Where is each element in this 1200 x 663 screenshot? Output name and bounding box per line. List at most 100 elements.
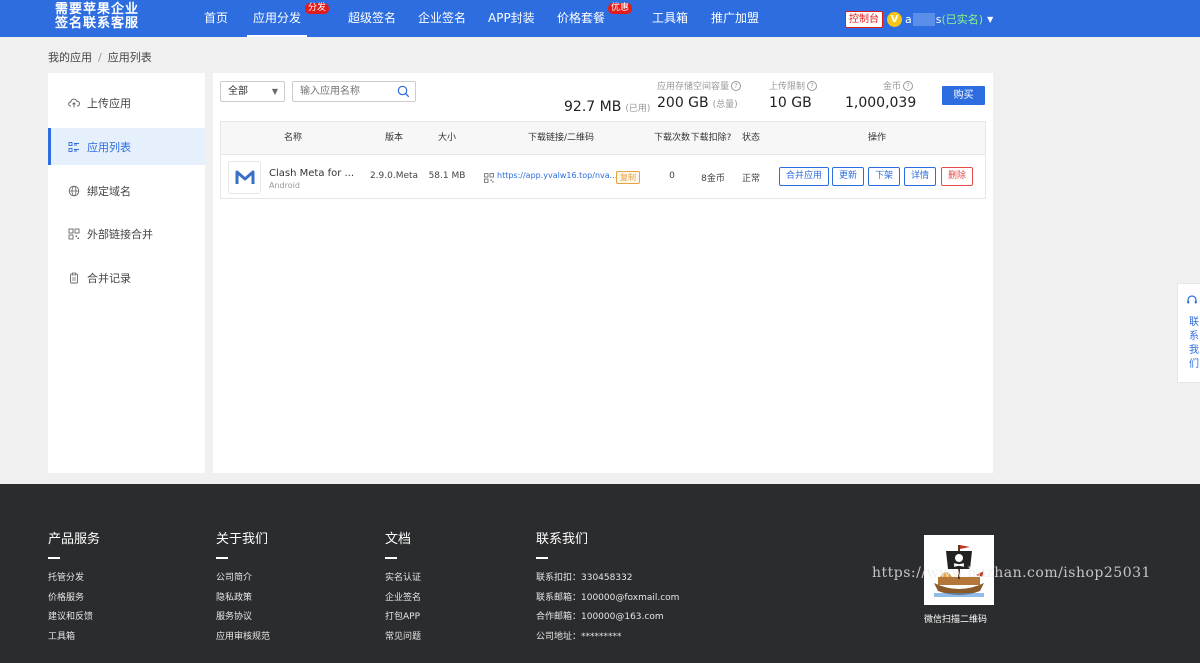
- download-count: 0: [669, 171, 675, 181]
- verified-status: (已实名): [941, 13, 984, 26]
- help-icon[interactable]: ?: [903, 80, 914, 91]
- footer-column-title: 产品服务: [48, 532, 101, 547]
- qr-caption: 微信扫描二维码: [924, 615, 988, 625]
- cloud-upload-icon: [68, 97, 80, 109]
- unpublish-button[interactable]: 下架: [868, 167, 901, 186]
- nav-home[interactable]: 首页: [204, 0, 228, 37]
- user-menu[interactable]: V a s (已实名) ▼: [887, 10, 993, 28]
- footer-link[interactable]: 价格服务: [48, 589, 100, 609]
- storage-capacity-suffix: (总量): [712, 100, 738, 110]
- qrcode-icon[interactable]: [484, 172, 494, 186]
- logo-line-2: 签名联系客服: [55, 16, 140, 31]
- coins-label: 金币: [883, 82, 902, 92]
- username-start: a: [905, 12, 912, 26]
- app-search-box: [292, 81, 416, 102]
- nav-affiliate-label: 推广加盟: [711, 11, 760, 25]
- list-icon: [68, 141, 80, 153]
- clipboard-icon: [68, 272, 80, 284]
- help-icon[interactable]: ?: [807, 80, 818, 91]
- sidebar-item-external-link-merge[interactable]: 外部链接合并: [48, 215, 205, 252]
- footer-divider: [536, 557, 548, 559]
- footer-column-products: 产品服务 托管分发 价格服务 建议和反馈 工具箱: [48, 528, 100, 647]
- footer-link[interactable]: 隐私政策: [216, 589, 270, 609]
- nav-pricing-badge: 优惠: [608, 3, 633, 14]
- filter-selected-value: 全部: [228, 86, 248, 97]
- side-menu: 上传应用 应用列表 绑定域名 外部链接合并 合并记录: [48, 73, 205, 473]
- footer-column-docs: 文档 实名认证 企业签名 打包APP 常见问题: [385, 528, 421, 647]
- breadcrumb-root[interactable]: 我的应用: [48, 51, 92, 64]
- delete-button[interactable]: 删除: [941, 167, 974, 186]
- nav-pricing-label: 价格套餐: [557, 11, 606, 25]
- chevron-down-icon: ▼: [987, 14, 994, 24]
- console-button[interactable]: 控制台: [845, 11, 883, 28]
- table-header: 名称 版本 大小 下载链接/二维码 下载次数 下载扣除? 状态 操作: [221, 122, 985, 155]
- upload-limit-label: 上传限制: [769, 82, 806, 92]
- site-logo[interactable]: 需要苹果企业 签名联系客服: [55, 3, 175, 31]
- sidebar-item-bind-domain[interactable]: 绑定域名: [48, 172, 205, 209]
- site-footer: 产品服务 托管分发 价格服务 建议和反馈 工具箱 关于我们 公司简介 隐私政策 …: [0, 484, 1200, 663]
- search-icon[interactable]: [397, 85, 410, 101]
- footer-column-title: 联系我们: [536, 532, 589, 547]
- used-storage-value: 92.7 MB: [564, 99, 622, 115]
- nav-super-signature-label: 超级签名: [348, 11, 397, 25]
- upload-limit-value: 10 GB: [769, 95, 812, 111]
- copy-link-button[interactable]: 复制: [616, 171, 640, 184]
- footer-link[interactable]: 公司简介: [216, 569, 270, 589]
- storage-capacity-value: 200 GB: [657, 95, 709, 111]
- column-header-name: 名称: [283, 133, 303, 143]
- footer-link[interactable]: 工具箱: [48, 628, 100, 648]
- column-header-download-count: 下载次数: [653, 133, 691, 143]
- download-deduct: 8金币: [701, 174, 725, 184]
- app-platform: Android: [269, 181, 300, 190]
- footer-contact-qq: 联系扣扣：330458332: [536, 573, 633, 583]
- used-storage-suffix: (已用): [625, 104, 651, 114]
- app-table: 名称 版本 大小 下载链接/二维码 下载次数 下载扣除? 状态 操作 Clash…: [220, 121, 986, 199]
- app-list-panel: 全部 ▼ 92.7 MB(已用) 应用存储空间容量? 200 GB(总量) 上传…: [213, 73, 993, 473]
- footer-link[interactable]: 常见问题: [385, 628, 421, 648]
- footer-divider: [385, 557, 397, 559]
- sidebar-item-app-list[interactable]: 应用列表: [48, 128, 205, 165]
- nav-toolbox-label: 工具箱: [652, 11, 689, 25]
- sidebar-item-merge-records[interactable]: 合并记录: [48, 259, 205, 296]
- search-input[interactable]: [293, 82, 393, 101]
- nav-enterprise-signature[interactable]: 企业签名: [418, 0, 466, 37]
- sidebar-item-upload-app[interactable]: 上传应用: [48, 84, 205, 121]
- nav-app-wrap-label: APP封装: [488, 11, 535, 25]
- app-version: 2.9.0.Meta: [369, 171, 419, 181]
- nav-enterprise-signature-label: 企业签名: [418, 11, 467, 25]
- details-button[interactable]: 详情: [904, 167, 937, 186]
- platform-filter-select[interactable]: 全部 ▼: [220, 81, 285, 102]
- table-row: Clash Meta for ... Android 2.9.0.Meta 58…: [221, 155, 985, 199]
- footer-link[interactable]: 实名认证: [385, 569, 421, 589]
- footer-link[interactable]: 建议和反馈: [48, 608, 100, 628]
- contact-us-label: 联系我们: [1189, 317, 1199, 370]
- nav-super-signature[interactable]: 超级签名: [348, 0, 396, 37]
- footer-contact-email: 联系邮箱：100000@foxmail.com: [536, 592, 680, 603]
- nav-affiliate[interactable]: 推广加盟: [711, 0, 759, 37]
- buy-button[interactable]: 购买: [942, 86, 985, 105]
- footer-column-about: 关于我们 公司简介 隐私政策 服务协议 应用审核规范: [216, 528, 270, 647]
- footer-link[interactable]: 打包APP: [385, 608, 421, 628]
- update-button[interactable]: 更新: [832, 167, 865, 186]
- nav-toolbox[interactable]: 工具箱: [652, 0, 688, 37]
- merge-app-button[interactable]: 合并应用: [779, 167, 830, 186]
- floating-contact-tab[interactable]: 联系我们: [1177, 283, 1200, 383]
- nav-app-distribution[interactable]: 应用分发: [247, 0, 308, 37]
- sidebar-item-label: 绑定域名: [87, 184, 131, 198]
- app-size: 58.1 MB: [428, 171, 466, 181]
- footer-link[interactable]: 应用审核规范: [216, 628, 270, 648]
- nav-pricing[interactable]: 价格套餐: [557, 0, 605, 37]
- footer-link[interactable]: 企业签名: [385, 589, 421, 609]
- nav-app-distribution-label: 应用分发: [253, 11, 302, 25]
- nav-home-label: 首页: [204, 11, 229, 25]
- nav-app-wrap[interactable]: APP封装: [488, 0, 535, 37]
- footer-link[interactable]: 托管分发: [48, 569, 100, 589]
- help-icon[interactable]: ?: [731, 80, 742, 91]
- storage-capacity-label: 应用存储空间容量: [657, 82, 730, 92]
- download-link[interactable]: https://app.yvalw16.top/nva...: [497, 171, 617, 180]
- app-status: 正常: [741, 174, 761, 184]
- breadcrumb-separator: /: [98, 51, 102, 64]
- sidebar-item-label: 应用列表: [87, 140, 131, 154]
- footer-link[interactable]: 服务协议: [216, 608, 270, 628]
- column-header-version: 版本: [384, 133, 404, 143]
